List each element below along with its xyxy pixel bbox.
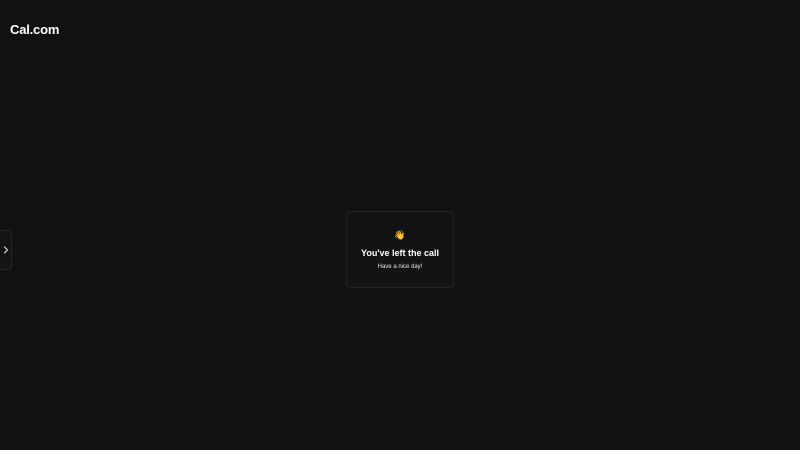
chevron-right-icon xyxy=(3,246,9,254)
left-call-card: 👋 You've left the call Have a nice day! xyxy=(346,211,454,288)
cal-logo[interactable]: Cal.com xyxy=(10,22,59,37)
left-call-title: You've left the call xyxy=(361,248,439,258)
page: Cal.com 👋 You've left the call Have a ni… xyxy=(0,0,800,450)
left-call-subtitle: Have a nice day! xyxy=(377,264,423,270)
waving-hand-icon: 👋 xyxy=(394,230,406,240)
sidebar-toggle-button[interactable] xyxy=(0,230,12,270)
